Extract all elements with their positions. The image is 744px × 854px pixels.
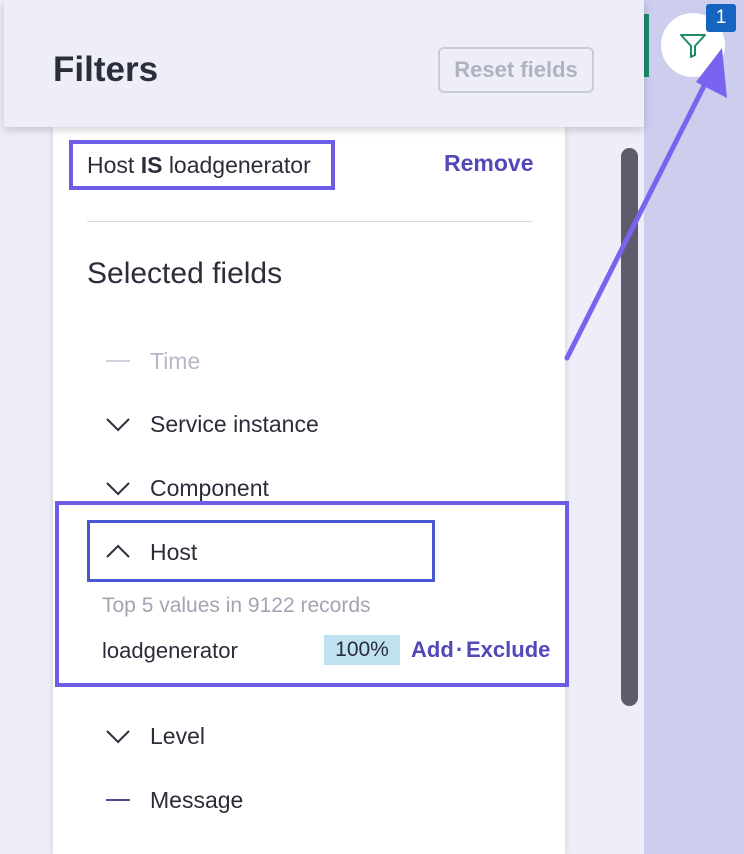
exclude-value-link[interactable]: Exclude: [466, 637, 550, 663]
field-label: Message: [150, 787, 244, 813]
green-accent-edge: [644, 14, 649, 77]
field-label: Time: [150, 348, 201, 374]
funnel-icon: [680, 34, 706, 58]
filter-field: Host: [87, 152, 135, 178]
field-label: Component: [150, 475, 269, 501]
filter-value: loadgenerator: [168, 152, 311, 178]
filters-header: Filters Reset fields: [4, 0, 644, 127]
host-header-highlight: [87, 520, 435, 582]
right-side-strip: [644, 0, 744, 854]
field-label: Level: [150, 723, 205, 749]
field-label: Service instance: [150, 411, 319, 437]
host-values-summary: Top 5 values in 9122 records: [102, 594, 371, 617]
page-title: Filters: [53, 50, 159, 89]
active-filter-chip: Host IS loadgenerator: [69, 140, 335, 190]
chevron-down-icon[interactable]: [104, 409, 134, 439]
chevron-down-icon[interactable]: [104, 721, 134, 751]
chevron-up-icon[interactable]: [104, 537, 134, 567]
divider: [87, 221, 532, 222]
selected-fields-heading: Selected fields: [87, 257, 283, 290]
reset-fields-button[interactable]: Reset fields: [438, 47, 594, 93]
host-value-label: loadgenerator: [102, 638, 238, 663]
link-separator: ·: [456, 637, 464, 662]
filter-count-badge: 1: [706, 4, 736, 32]
dash-icon: [106, 799, 130, 801]
remove-filter-link[interactable]: Remove: [444, 150, 533, 177]
dash-icon: [106, 360, 130, 362]
filter-operator: IS: [140, 152, 163, 178]
scrollbar[interactable]: [621, 148, 638, 706]
chevron-down-icon[interactable]: [104, 473, 134, 503]
percent-badge: 100%: [324, 635, 400, 665]
field-label: Host: [150, 539, 198, 565]
add-value-link[interactable]: Add: [411, 637, 454, 663]
